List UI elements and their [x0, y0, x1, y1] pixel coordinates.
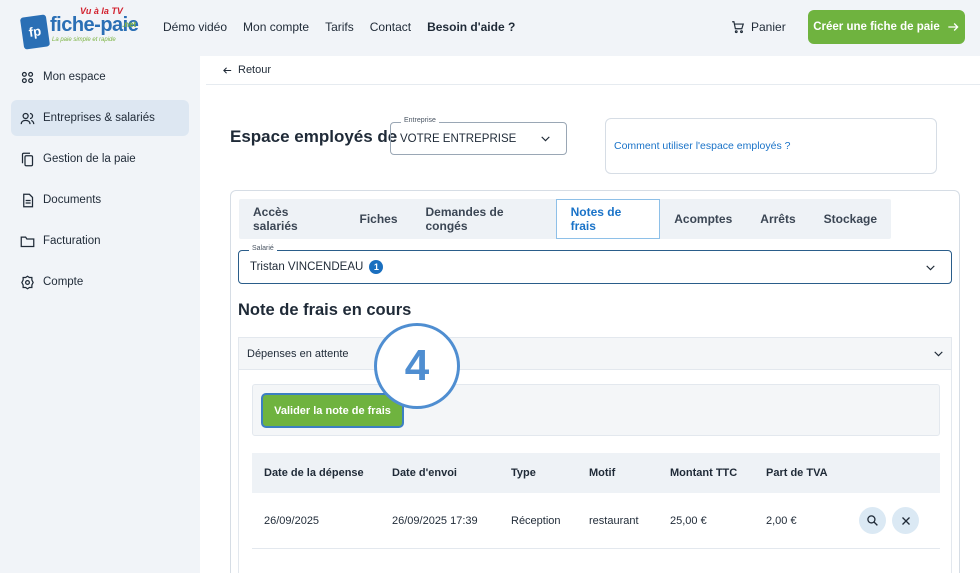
sidebar-item-label: Documents [43, 194, 102, 206]
view-expense-button[interactable] [859, 507, 886, 534]
back-link[interactable]: Retour [222, 64, 271, 76]
main-content: Retour Espace employés de Entreprise VOT… [200, 56, 980, 573]
chevron-down-icon [541, 136, 550, 142]
validate-expense-report-button[interactable]: Valider la note de frais [261, 393, 404, 428]
column-header: Type [511, 467, 536, 479]
column-header: Motif [589, 467, 616, 479]
sidebar-item-entreprises-salaries[interactable]: Entreprises & salariés [11, 100, 189, 136]
nav-mon-compte[interactable]: Mon compte [243, 20, 309, 34]
cart-button[interactable]: Panier [731, 20, 786, 34]
search-icon [867, 515, 878, 526]
nav-contact[interactable]: Contact [370, 20, 411, 34]
nav-demo-video[interactable]: Démo vidéo [163, 20, 227, 34]
chevron-down-icon [926, 265, 935, 271]
top-bar: fp Vu à la TV fiche-paie .net La paie si… [0, 0, 980, 56]
cart-label: Panier [751, 20, 786, 34]
column-header: Montant TTC [670, 467, 738, 479]
arrow-left-icon [223, 66, 232, 74]
sidebar-item-documents[interactable]: Documents [11, 182, 189, 218]
action-bar: Valider la note de frais [252, 384, 940, 436]
cart-icon [732, 21, 745, 34]
table-row: 26/09/2025 26/09/2025 17:39 Réception re… [252, 493, 940, 549]
entreprise-select[interactable]: Entreprise VOTRE ENTREPRISE [390, 117, 567, 155]
create-payslip-button[interactable]: Créer une fiche de paie [808, 10, 965, 44]
close-icon [901, 516, 910, 525]
logo-mark: fp [19, 14, 51, 50]
users-icon [20, 112, 35, 124]
sidebar-item-gestion-paie[interactable]: Gestion de la paie [11, 141, 189, 177]
sidebar-item-facturation[interactable]: Facturation [11, 223, 189, 259]
sidebar-item-label: Compte [43, 276, 84, 288]
arrow-right-icon [948, 23, 959, 31]
sidebar-item-label: Gestion de la paie [43, 153, 136, 165]
grid-icon [21, 71, 34, 83]
logo-tagline: La paie simple et rapide [52, 37, 116, 43]
page-title: Espace employés de [230, 127, 398, 146]
count-badge: 1 [369, 260, 384, 274]
tab-fiches[interactable]: Fiches [345, 199, 411, 239]
folder-icon [20, 236, 35, 247]
employee-panel: Accès salariés Fiches Demandes de congés… [230, 190, 960, 573]
accordion-header[interactable]: Dépenses en attente [238, 337, 952, 370]
documents-icon [21, 152, 34, 166]
column-header: Date d'envoi [392, 467, 457, 479]
accordion-title: Dépenses en attente [247, 347, 349, 360]
logo-net: .net [122, 20, 137, 29]
sidebar-item-label: Entreprises & salariés [43, 112, 155, 124]
nav-tarifs[interactable]: Tarifs [325, 20, 354, 34]
delete-expense-button[interactable] [892, 507, 919, 534]
tab-stockage[interactable]: Stockage [810, 199, 891, 239]
sidebar-item-mon-espace[interactable]: Mon espace [11, 59, 189, 95]
table-cell: Réception [511, 514, 561, 527]
entreprise-select-label: Entreprise [401, 117, 439, 124]
tab-acces-salaries[interactable]: Accès salariés [239, 199, 345, 239]
sidebar-item-compte[interactable]: Compte [11, 264, 189, 300]
tab-bar: Accès salariés Fiches Demandes de congés… [239, 199, 891, 239]
step-marker: 4 [374, 323, 460, 409]
back-label: Retour [238, 64, 272, 76]
entreprise-select-value: VOTRE ENTREPRISE [400, 132, 517, 145]
table-cell: 2,00 € [766, 514, 797, 527]
table-cell: 25,00 € [670, 514, 707, 527]
main-nav: Démo vidéo Mon compte Tarifs Contact Bes… [163, 20, 515, 34]
tab-demandes-conges[interactable]: Demandes de congés [412, 199, 556, 239]
table-cell: 26/09/2025 [264, 514, 320, 527]
site-logo[interactable]: fp Vu à la TV fiche-paie .net La paie si… [19, 6, 140, 50]
sidebar-item-label: Mon espace [43, 71, 106, 83]
column-header: Part de TVA [766, 467, 828, 479]
sidebar: Mon espace Entreprises & salariés Gestio… [0, 56, 200, 573]
create-payslip-label: Créer une fiche de paie [813, 21, 940, 33]
document-icon [23, 193, 34, 207]
chevron-down-icon [934, 351, 943, 357]
gear-icon [21, 274, 34, 290]
salarie-select[interactable]: Salarié Tristan VINCENDEAU 1 [238, 245, 952, 284]
divider [206, 84, 980, 85]
salarie-select-label: Salarié [249, 245, 277, 252]
help-link[interactable]: Comment utiliser l'espace employés ? [605, 118, 937, 174]
tab-arrets[interactable]: Arrêts [746, 199, 809, 239]
section-title: Note de frais en cours [238, 301, 412, 319]
table-header: Date de la dépense Date d'envoi Type Mot… [252, 453, 940, 493]
tab-acomptes[interactable]: Acomptes [660, 199, 746, 239]
nav-besoin-aide[interactable]: Besoin d'aide ? [427, 20, 515, 34]
column-header: Date de la dépense [264, 467, 364, 479]
sidebar-item-label: Facturation [43, 235, 101, 247]
tab-notes-de-frais[interactable]: Notes de frais [555, 199, 661, 239]
salarie-select-value: Tristan VINCENDEAU [250, 261, 364, 273]
table-cell: 26/09/2025 17:39 [392, 514, 478, 527]
accordion-body: Valider la note de frais Date de la dépe… [238, 370, 952, 573]
table-cell: restaurant [589, 514, 639, 527]
